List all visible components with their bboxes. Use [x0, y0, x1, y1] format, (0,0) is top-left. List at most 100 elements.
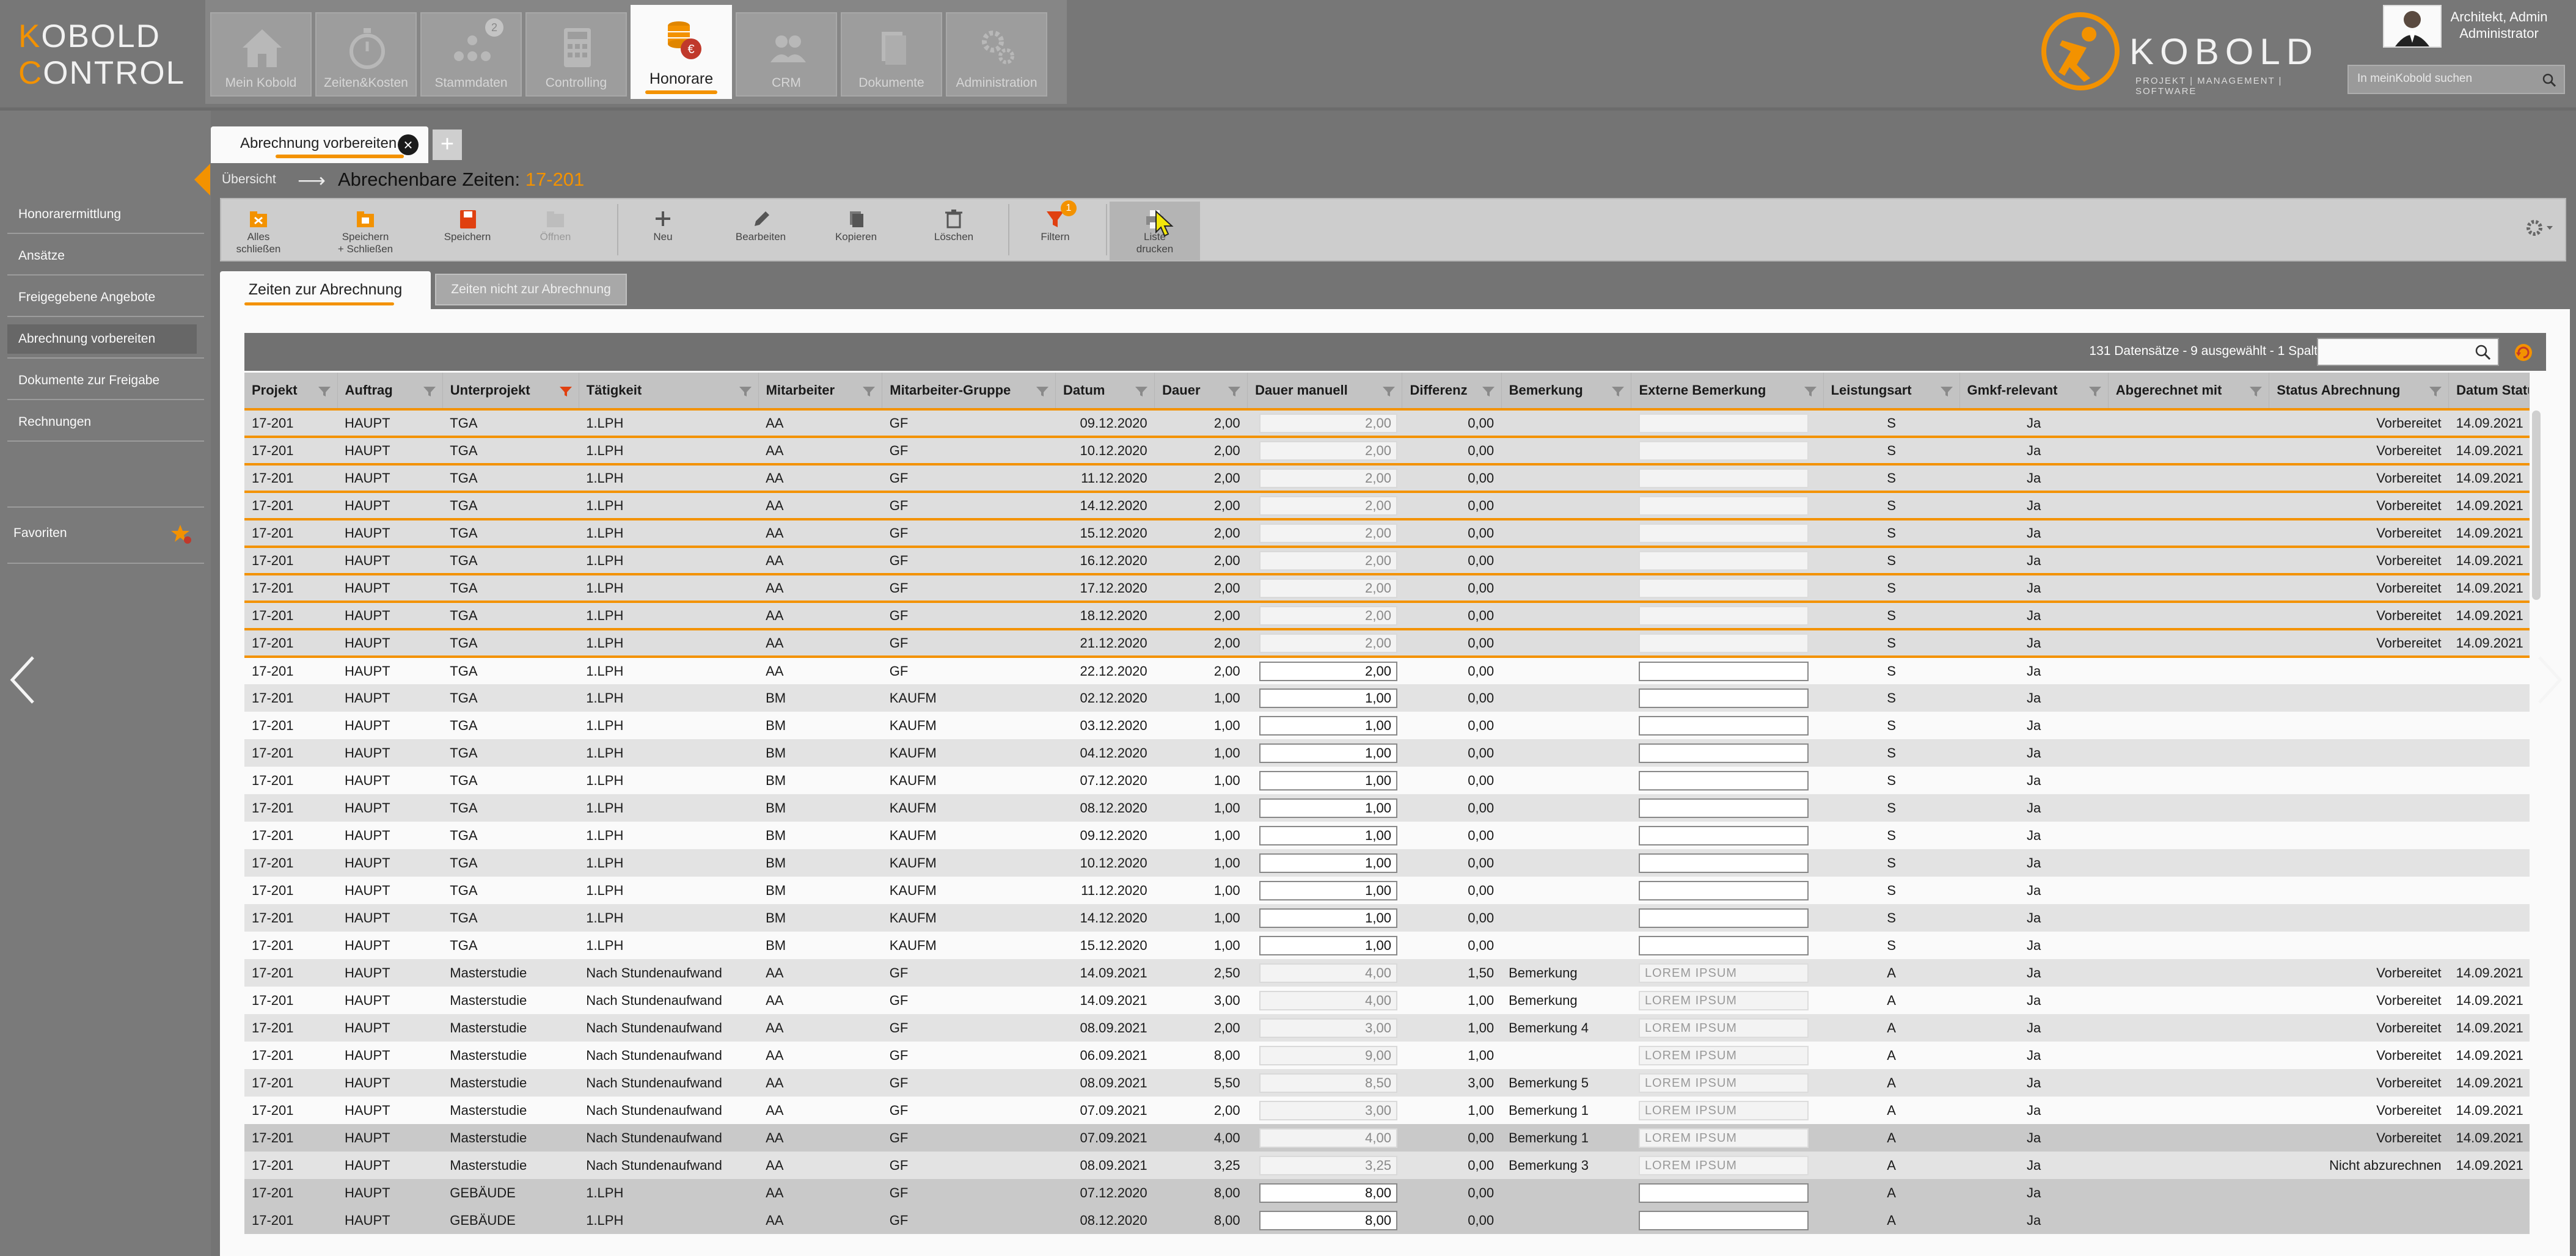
table-row-selected[interactable]: 17-201 HAUPT TGA 1.LPH AA GF 09.12.2020 2,00 2,0… [244, 408, 2530, 437]
dauer-manuell-input[interactable]: 1,00 [1259, 908, 1397, 928]
tab-zeiten-zur-abrechnung[interactable]: Zeiten zur Abrechnung [220, 271, 431, 309]
doc-tab-abrechnung-vorbereiten[interactable]: Abrechnung vorbereiten × [211, 126, 428, 163]
externe-bemerkung-input[interactable] [1638, 908, 1809, 928]
column-header[interactable]: Tätigkeit [579, 373, 759, 409]
externe-bemerkung-input[interactable]: LOREM IPSUM [1638, 1018, 1809, 1038]
table-row[interactable]: 17-201 HAUPT Masterstudie Nach Stundenaufwa… [244, 987, 2530, 1014]
column-header[interactable]: Status Abrechnung [2269, 373, 2450, 409]
column-header[interactable]: Leistungsart [1823, 373, 1960, 409]
column-filter-icon[interactable] [1611, 386, 1625, 397]
dauer-manuell-input[interactable]: 3,00 [1259, 1100, 1397, 1120]
favorites-star-icon[interactable] [171, 524, 192, 544]
table-row[interactable]: 17-201 HAUPT TGA 1.LPH BM KAUFM 15.12.2020 1,00… [244, 932, 2530, 959]
dauer-manuell-input[interactable]: 9,00 [1259, 1045, 1397, 1065]
column-filter-icon[interactable] [2249, 386, 2263, 397]
table-row[interactable]: 17-201 HAUPT GEBÄUDE 1.LPH AA GF 08.12.2020 8,0… [244, 1207, 2530, 1234]
table-row[interactable]: 17-201 HAUPT GEBÄUDE 1.LPH AA GF 07.12.2020 8,0… [244, 1179, 2530, 1207]
grid-search-input[interactable] [2317, 338, 2499, 366]
alles-schliessen-button[interactable]: Alles schließen [226, 202, 291, 258]
kopieren-button[interactable]: Kopieren [818, 202, 895, 258]
table-row[interactable]: 17-201 HAUPT TGA 1.LPH BM KAUFM 11.12.2020 1,00… [244, 877, 2530, 904]
column-filter-icon[interactable] [862, 386, 876, 397]
externe-bemerkung-input[interactable] [1638, 825, 1809, 845]
nav-tab-administration[interactable]: Administration [946, 12, 1047, 97]
active-column-filter-icon[interactable] [559, 386, 573, 397]
table-row[interactable]: 17-201 HAUPT TGA 1.LPH BM KAUFM 09.12.2020 1,00… [244, 822, 2530, 849]
dauer-manuell-input[interactable]: 1,00 [1259, 715, 1397, 736]
user-info[interactable]: Architekt, Admin Administrator [2450, 9, 2548, 42]
table-row[interactable]: 17-201 HAUPT TGA 1.LPH BM KAUFM 14.12.2020 1,00… [244, 904, 2530, 932]
table-row[interactable]: 17-201 HAUPT TGA 1.LPH BM KAUFM 04.12.2020 1,00… [244, 739, 2530, 767]
externe-bemerkung-input[interactable]: LOREM IPSUM [1638, 963, 1809, 983]
externe-bemerkung-input[interactable] [1638, 661, 1809, 681]
table-row-selected[interactable]: 17-201 HAUPT TGA 1.LPH AA GF 14.12.2020 2,00 2,0… [244, 491, 2530, 519]
search-icon[interactable] [2542, 73, 2556, 87]
table-row[interactable]: 17-201 HAUPT TGA 1.LPH BM KAUFM 08.12.2020 1,00… [244, 794, 2530, 822]
tab-zeiten-nicht-zur-abrechnung[interactable]: Zeiten nicht zur Abrechnung [435, 274, 627, 305]
externe-bemerkung-input[interactable] [1638, 798, 1809, 818]
externe-bemerkung-input[interactable]: LOREM IPSUM [1638, 1100, 1809, 1120]
sidebar-item-dokumente-zur-freigabe[interactable]: Dokumente zur Freigabe [7, 366, 197, 395]
table-row-selected[interactable]: 17-201 HAUPT TGA 1.LPH AA GF 21.12.2020 2,00 2,0… [244, 628, 2530, 658]
column-header[interactable]: Externe Bemerkung [1631, 373, 1824, 409]
externe-bemerkung-input[interactable] [1638, 715, 1809, 736]
dauer-manuell-input[interactable]: 8,00 [1259, 1210, 1397, 1230]
externe-bemerkung-input[interactable] [1638, 853, 1809, 873]
dauer-manuell-input[interactable]: 2,00 [1259, 550, 1397, 571]
column-header[interactable]: Auftrag [337, 373, 443, 409]
dauer-manuell-input[interactable]: 2,00 [1259, 661, 1397, 681]
column-filter-icon[interactable] [423, 386, 436, 397]
column-header[interactable]: Abgerechnet mit [2108, 373, 2270, 409]
dauer-manuell-input[interactable]: 2,00 [1259, 578, 1397, 598]
externe-bemerkung-input[interactable]: LOREM IPSUM [1638, 1155, 1809, 1175]
previous-arrow-icon[interactable] [7, 652, 38, 707]
table-row-selected[interactable]: 17-201 HAUPT TGA 1.LPH AA GF 10.12.2020 2,00 2,0… [244, 436, 2530, 464]
nav-tab-stammdaten[interactable]: 2 Stammdaten [420, 12, 522, 97]
dauer-manuell-input[interactable]: 3,25 [1259, 1155, 1397, 1175]
column-filter-icon[interactable] [2429, 386, 2442, 397]
dauer-manuell-input[interactable]: 8,00 [1259, 1183, 1397, 1203]
table-vertical-scrollbar[interactable] [2532, 411, 2541, 600]
global-search-input[interactable]: In meinKobold suchen [2347, 65, 2565, 94]
dauer-manuell-input[interactable]: 2,00 [1259, 440, 1397, 461]
externe-bemerkung-input[interactable]: LOREM IPSUM [1638, 1073, 1809, 1093]
dauer-manuell-input[interactable]: 1,00 [1259, 935, 1397, 955]
dauer-manuell-input[interactable]: 3,00 [1259, 1018, 1397, 1038]
externe-bemerkung-input[interactable]: LOREM IPSUM [1638, 1128, 1809, 1148]
nav-tab-dokumente[interactable]: Dokumente [841, 12, 942, 97]
externe-bemerkung-input[interactable] [1638, 468, 1809, 488]
column-filter-icon[interactable] [1382, 386, 1396, 397]
dauer-manuell-input[interactable]: 2,00 [1259, 413, 1397, 433]
nav-tab-honorare[interactable]: € Honorare [631, 5, 732, 99]
dauer-manuell-input[interactable]: 8,50 [1259, 1073, 1397, 1093]
speichern-schliessen-button[interactable]: Speichern + Schließen [327, 202, 403, 258]
column-filter-icon[interactable] [1228, 386, 1241, 397]
dauer-manuell-input[interactable]: 1,00 [1259, 825, 1397, 845]
externe-bemerkung-input[interactable] [1638, 633, 1809, 653]
column-header[interactable]: Dauer manuell [1247, 373, 1403, 409]
column-filter-icon[interactable] [1036, 386, 1049, 397]
nav-tab-zeiten-kosten[interactable]: Zeiten&Kosten [315, 12, 417, 97]
externe-bemerkung-input[interactable]: LOREM IPSUM [1638, 1045, 1809, 1065]
dauer-manuell-input[interactable]: 1,00 [1259, 798, 1397, 818]
sidebar-item-honorarermittlung[interactable]: Honorarermittlung [7, 200, 197, 229]
table-row[interactable]: 17-201 HAUPT Masterstudie Nach Stundenaufwa… [244, 1124, 2530, 1152]
dauer-manuell-input[interactable]: 2,00 [1259, 523, 1397, 543]
kobold-control-logo[interactable]: KOBOLD CONTROL [18, 18, 202, 92]
dauer-manuell-input[interactable]: 4,00 [1259, 990, 1397, 1010]
column-filter-icon[interactable] [2088, 386, 2102, 397]
externe-bemerkung-input[interactable] [1638, 1210, 1809, 1230]
table-row-selected[interactable]: 17-201 HAUPT TGA 1.LPH AA GF 15.12.2020 2,00 2,0… [244, 518, 2530, 547]
column-header[interactable]: Projekt [244, 373, 338, 409]
table-row[interactable]: 17-201 HAUPT TGA 1.LPH BM KAUFM 02.12.2020 1,00… [244, 684, 2530, 712]
filtern-button[interactable]: 1 Filtern [1017, 200, 1094, 258]
settings-gear-icon[interactable] [2520, 213, 2556, 243]
user-avatar[interactable] [2383, 5, 2442, 48]
column-header[interactable]: Unterprojekt [442, 373, 579, 409]
externe-bemerkung-input[interactable] [1638, 413, 1809, 433]
close-tab-icon[interactable]: × [398, 134, 419, 155]
externe-bemerkung-input[interactable] [1638, 688, 1809, 708]
table-row[interactable]: 17-201 HAUPT TGA 1.LPH BM KAUFM 07.12.2020 1,00… [244, 767, 2530, 794]
sidebar-item-freigegebene-angebote[interactable]: Freigegebene Angebote [7, 283, 197, 312]
externe-bemerkung-input[interactable] [1638, 523, 1809, 543]
